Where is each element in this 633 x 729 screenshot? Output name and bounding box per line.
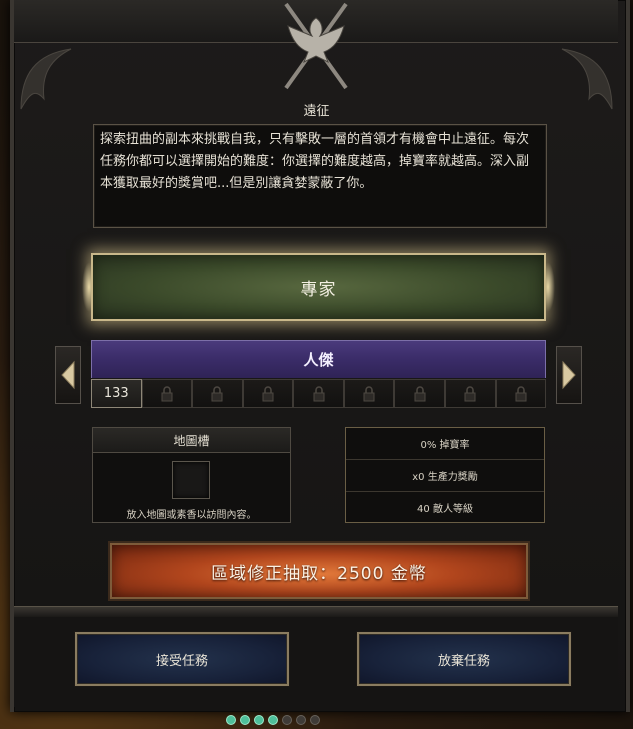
tier-next-button[interactable] [556,346,582,404]
abandon-quest-button[interactable]: 放棄任務 [357,632,571,686]
panel-title: 遠征 [303,104,330,119]
stat-drop-rate: 0% 掉寶率 [346,428,544,460]
tier-level-locked [343,379,395,408]
tier-level-locked [444,379,496,408]
tier-level-locked [495,379,547,408]
arrow-left-icon [61,360,75,390]
lock-icon [211,385,223,401]
eagle-crest-icon [284,2,348,90]
tier-bar[interactable]: 人傑 [91,340,546,378]
map-slot-header: 地圖槽 [93,428,290,453]
reroll-label: 區域修正抽取：2500 金幣 [211,563,427,584]
lock-icon [464,385,476,401]
map-slot-panel: 地圖槽 放入地圖或素香以訪問內容。 [92,427,291,523]
lock-icon [161,385,173,401]
tier-label: 人傑 [303,351,334,369]
tier-level-current[interactable]: 133 [91,379,142,408]
reroll-modifier-button[interactable]: 區域修正抽取：2500 金幣 [108,541,530,601]
map-drop-slot[interactable] [172,461,210,499]
tier-level-slots: 133 [91,379,547,408]
difficulty-label: 專家 [300,279,337,300]
page-dot[interactable] [254,715,264,725]
page-dot[interactable] [310,715,320,725]
page-dot[interactable] [282,715,292,725]
tier-level-locked [242,379,294,408]
page-dot[interactable] [226,715,236,725]
tier-level-locked [141,379,193,408]
lock-icon [414,385,426,401]
expedition-stats: 0% 掉寶率 x0 生產力獎勵 40 敵人等級 [345,427,545,523]
accept-quest-button[interactable]: 接受任務 [75,632,289,686]
map-slot-hint: 放入地圖或素香以訪問內容。 [126,510,257,521]
tier-prev-button[interactable] [55,346,81,404]
lock-icon [313,385,325,401]
accept-quest-label: 接受任務 [155,653,208,669]
lock-icon [262,385,274,401]
description-box: 探索扭曲的副本來挑戰自我，只有擊敗一層的首領才有機會中止遠征。每次任務你都可以選… [93,124,547,228]
description-text: 探索扭曲的副本來挑戰自我，只有擊敗一層的首領才有機會中止遠征。每次任務你都可以選… [100,132,530,191]
lock-icon [515,385,527,401]
stat-enemy-level: 40 敵人等級 [417,504,473,515]
arrow-right-icon [562,360,576,390]
tier-level-value: 133 [103,386,129,401]
tier-level-locked [192,379,243,408]
tier-level-locked [293,379,344,408]
stat-productivity: x0 生產力獎勵 [346,460,544,492]
difficulty-selector[interactable]: 專家 [91,253,546,321]
abandon-quest-label: 放棄任務 [437,653,490,669]
page-dot[interactable] [296,715,306,725]
tier-level-locked [394,379,445,408]
page-indicator [226,715,320,725]
lock-icon [363,385,375,401]
page-dot[interactable] [268,715,278,725]
page-dot[interactable] [240,715,250,725]
